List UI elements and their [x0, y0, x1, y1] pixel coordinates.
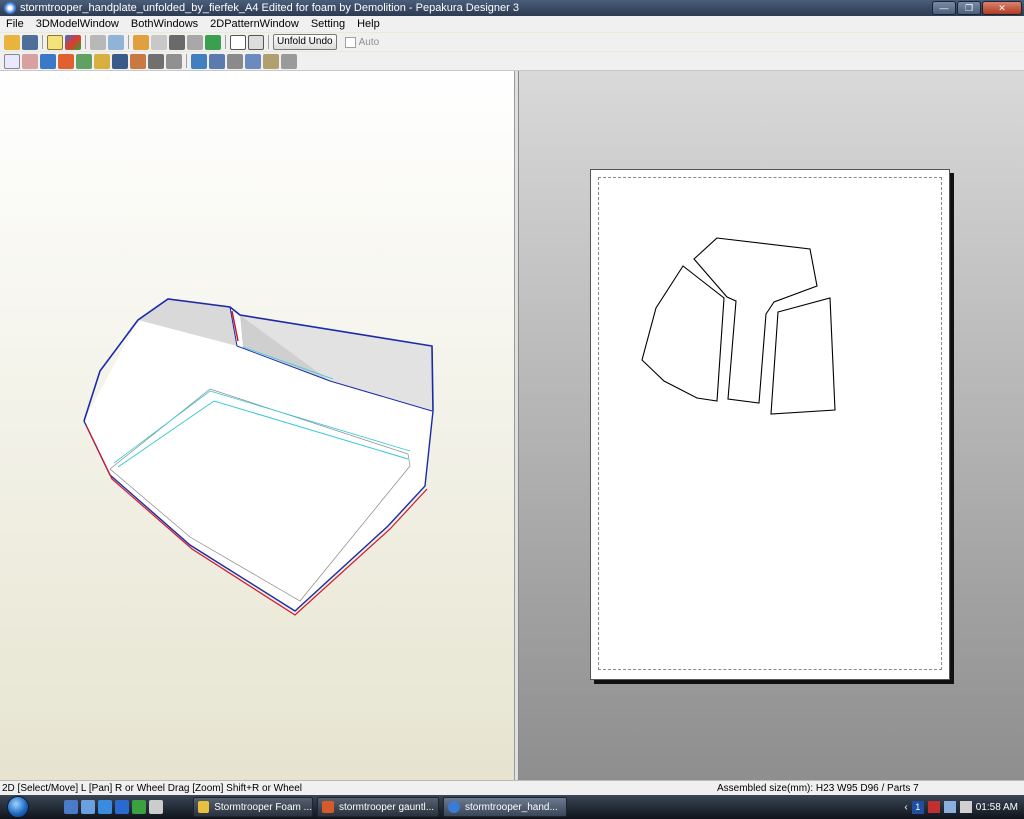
3d-model-window[interactable]	[0, 71, 515, 780]
stripe-icon[interactable]	[58, 53, 74, 69]
2d-pattern-window[interactable]	[519, 71, 1024, 780]
anchor-icon[interactable]	[169, 34, 185, 50]
menu-file[interactable]: File	[0, 18, 30, 30]
auto-checkbox-group: Auto	[344, 36, 380, 48]
pattern-part-right[interactable]	[770, 297, 836, 415]
image-icon[interactable]	[112, 53, 128, 69]
texture-cube-icon[interactable]	[65, 34, 81, 50]
tray-indicator[interactable]: 1	[911, 800, 924, 814]
menu-bar: File 3DModelWindow BothWindows 2DPattern…	[0, 16, 1024, 32]
toolbar-separator	[85, 35, 86, 49]
volume-icon[interactable]	[959, 801, 972, 813]
unfold-undo-button[interactable]: Unfold Undo	[273, 34, 337, 50]
grid-icon[interactable]	[40, 53, 56, 69]
network-icon[interactable]	[943, 801, 956, 813]
app-a-icon[interactable]	[115, 800, 129, 814]
arrange-icon[interactable]	[209, 53, 225, 69]
paper-sheet	[590, 169, 950, 680]
maximize-button[interactable]: ❐	[957, 1, 981, 15]
task-stormtrooper-gauntlet[interactable]: stormtrooper gauntl...	[317, 797, 439, 817]
layout-icon[interactable]	[245, 53, 261, 69]
trash-icon[interactable]	[151, 34, 167, 50]
flap-icon[interactable]	[187, 34, 203, 50]
rotate-left-icon[interactable]	[148, 53, 164, 69]
join-icon[interactable]	[205, 34, 221, 50]
toolbar-separator	[186, 54, 187, 68]
menu-3dmodelwindow[interactable]: 3DModelWindow	[30, 18, 125, 30]
taskbar: Stormtrooper Foam ... stormtrooper gaunt…	[0, 795, 1024, 819]
zoom-fit-icon[interactable]	[191, 53, 207, 69]
title-bar: stormtrooper_handplate_unfolded_by_fierf…	[0, 0, 1024, 16]
show-desktop-icon[interactable]	[64, 800, 78, 814]
export-icon[interactable]	[263, 53, 279, 69]
lightbulb-icon[interactable]	[47, 34, 63, 50]
auto-checkbox[interactable]	[344, 36, 356, 48]
main-toolbar: Unfold Undo Auto	[0, 33, 1024, 51]
menu-bothwindows[interactable]: BothWindows	[125, 18, 204, 30]
toolbar-separator	[225, 35, 226, 49]
window-title: stormtrooper_handplate_unfolded_by_fierf…	[20, 2, 519, 14]
switch-windows-icon[interactable]	[81, 800, 95, 814]
pattern-part-left[interactable]	[641, 265, 725, 402]
quick-launch	[64, 800, 163, 814]
task-stormtrooper-handplate[interactable]: stormtrooper_hand...	[443, 797, 567, 817]
open-folder-icon[interactable]	[4, 34, 20, 50]
window-icon[interactable]	[149, 800, 163, 814]
clock[interactable]: 01:58 AM	[976, 802, 1018, 813]
status-bar: 2D [Select/Move] L [Pan] R or Wheel Drag…	[0, 780, 1024, 795]
flip-icon[interactable]	[130, 53, 146, 69]
close-button[interactable]: ✕	[982, 1, 1022, 15]
pepakura-icon	[448, 801, 460, 813]
windows-orb-icon	[7, 796, 29, 818]
page-setup-icon[interactable]	[227, 53, 243, 69]
gray-cube-icon[interactable]	[90, 34, 106, 50]
pattern-toolbar	[0, 52, 1024, 71]
status-mode-text: 2D [Select/Move] L [Pan] R or Wheel Drag…	[2, 783, 303, 794]
toolbar-separator	[42, 35, 43, 49]
status-assembled-size: Assembled size(mm): H23 W95 D96 / Parts …	[717, 783, 919, 794]
tray-expand-icon[interactable]: ‹	[904, 802, 907, 813]
menu-help[interactable]: Help	[351, 18, 386, 30]
minimize-button[interactable]: —	[932, 1, 956, 15]
single-window-icon[interactable]	[230, 34, 246, 50]
pattern-parts	[641, 237, 836, 415]
folder-icon	[198, 801, 210, 813]
window-controls: — ❐ ✕	[932, 1, 1022, 15]
task-stormtrooper-foam[interactable]: Stormtrooper Foam ...	[193, 797, 313, 817]
pattern-part-top[interactable]	[693, 237, 818, 404]
shield-icon[interactable]	[927, 801, 940, 813]
rotate-right-icon[interactable]	[166, 53, 182, 69]
pepakura-app-icon	[4, 2, 16, 14]
print-icon[interactable]	[281, 53, 297, 69]
internet-explorer-icon[interactable]	[98, 800, 112, 814]
auto-label: Auto	[358, 36, 380, 48]
menu-2dpatternwindow[interactable]: 2DPatternWindow	[204, 18, 305, 30]
toolbar-separator	[128, 35, 129, 49]
system-tray: ‹ 1 01:58 AM	[896, 795, 1024, 819]
3d-model-view[interactable]	[0, 71, 515, 780]
edge-tool-icon[interactable]	[22, 53, 38, 69]
dual-window-icon[interactable]	[248, 34, 264, 50]
browser-icon	[322, 801, 334, 813]
start-button[interactable]	[0, 795, 36, 819]
menu-setting[interactable]: Setting	[305, 18, 351, 30]
page-icon[interactable]	[94, 53, 110, 69]
select-tool-icon[interactable]	[4, 53, 20, 69]
blue-cube-icon[interactable]	[108, 34, 124, 50]
save-icon[interactable]	[22, 34, 38, 50]
task-label: Stormtrooper Foam ...	[214, 801, 312, 813]
toolbar-separator	[268, 35, 269, 49]
fold-icon[interactable]	[76, 53, 92, 69]
pencil-icon[interactable]	[133, 34, 149, 50]
task-label: stormtrooper gauntl...	[339, 801, 435, 813]
media-icon[interactable]	[132, 800, 146, 814]
task-label: stormtrooper_hand...	[465, 801, 558, 813]
